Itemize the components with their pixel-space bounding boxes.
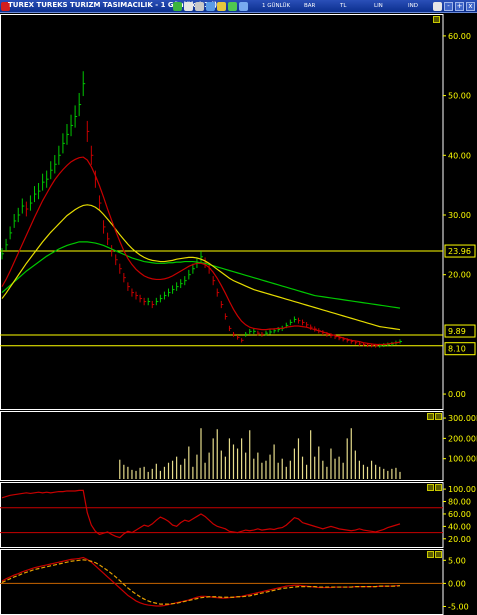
price-level-label: 8.10 [448, 345, 466, 354]
oscillator-line [1, 489, 401, 539]
period-field[interactable]: 1 GÜNLÜK [262, 3, 290, 9]
macd-tick-label: -5.00 [448, 602, 469, 611]
volume-bars [119, 428, 401, 479]
indicator-field[interactable]: IND [408, 3, 418, 9]
title-bar: TUREX TUREKS TURIZM TASIMACILIK - 1 Günl… [0, 0, 477, 13]
volume-tick-label: 100.00M [448, 455, 477, 464]
macd-signal-line [1, 559, 401, 605]
volume-panel-collapse-button[interactable] [427, 413, 434, 420]
macd-panel: 5.00 0.00 -5.00 [0, 556, 469, 611]
oscillator-panel-collapse-button[interactable] [427, 484, 434, 491]
oscillator-tick-label: 40.00 [448, 522, 471, 531]
price-tick-label: 20.00 [448, 271, 471, 280]
price-tick-label: 40.00 [448, 151, 471, 160]
price-bars [1, 71, 402, 348]
close-button[interactable]: x [466, 2, 475, 11]
zoom-icon[interactable] [433, 2, 442, 11]
scale-field[interactable]: LIN [374, 3, 383, 9]
volume-panel-close-button[interactable] [435, 413, 442, 420]
macd-panel-collapse-button[interactable] [427, 551, 434, 558]
oscillator-tick-label: 60.00 [448, 510, 471, 519]
price-tick-label: 30.00 [448, 211, 471, 220]
panel-frame-3 [0, 549, 444, 615]
panel-frames [0, 14, 444, 615]
ma-mid-line [1, 204, 401, 331]
price-panel-button[interactable] [433, 16, 440, 23]
oscillator-tick-label: 100.00 [448, 485, 476, 494]
macd-line [1, 556, 400, 607]
price-axis: 60.00 50.00 40.00 30.00 20.00 0.00 23.96 9.89 8.… [443, 32, 476, 399]
price-hlines [0, 250, 443, 347]
restore-button[interactable]: + [455, 2, 464, 11]
volume-axis: 300.00M 200.00M 100.00M [443, 414, 477, 464]
oscillator-tick-label: 80.00 [448, 498, 471, 507]
pen-icon[interactable] [228, 2, 237, 11]
tool-icon[interactable] [195, 2, 204, 11]
volume-tick-label: 200.00M [448, 434, 477, 443]
oscillator-panel: 100.00 80.00 60.00 40.00 20.00 [0, 485, 476, 544]
chart-icon[interactable] [173, 2, 182, 11]
chart-canvas: 60.00 50.00 40.00 30.00 20.00 0.00 23.96 9.89 8.… [0, 14, 477, 615]
flag-icon[interactable] [184, 2, 193, 11]
export-icon[interactable] [206, 2, 215, 11]
draw-icon[interactable] [217, 2, 226, 11]
macd-tick-label: 5.00 [448, 556, 466, 565]
panel-frame-2 [0, 482, 444, 548]
price-level-label: 23.96 [448, 247, 471, 256]
price-tick-label: 60.00 [448, 32, 471, 41]
refresh-icon[interactable] [239, 2, 248, 11]
type-field[interactable]: BAR [304, 3, 315, 9]
price-tick-label: 50.00 [448, 92, 471, 101]
oscillator-panel-close-button[interactable] [435, 484, 442, 491]
oscillator-tick-label: 20.00 [448, 535, 471, 544]
price-tick-label: 0.00 [448, 390, 466, 399]
price-level-label: 9.89 [448, 327, 466, 336]
panel-frame-0 [0, 14, 444, 410]
volume-tick-label: 300.00M [448, 414, 477, 423]
currency-field[interactable]: TL [340, 3, 346, 9]
macd-panel-close-button[interactable] [435, 551, 442, 558]
minimize-button[interactable]: - [444, 2, 453, 11]
macd-tick-label: 0.00 [448, 579, 466, 588]
